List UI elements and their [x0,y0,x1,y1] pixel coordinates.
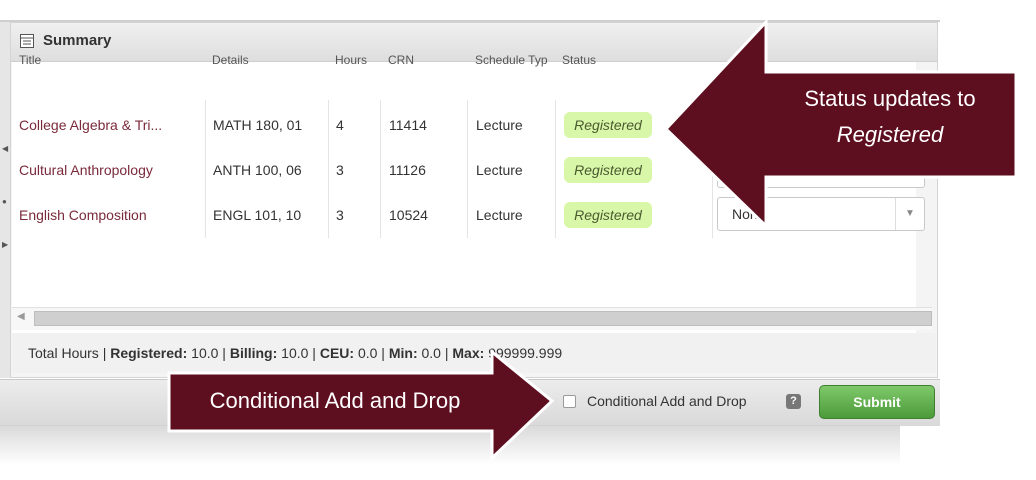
conditional-callout-text: Conditional Add and Drop [209,388,461,413]
callout-arrows [167,18,1018,462]
status-callout-text: Status updates to Registered [770,86,1010,148]
status-callout-line1: Status updates to [804,86,976,111]
status-callout-line2: Registered [836,122,944,147]
